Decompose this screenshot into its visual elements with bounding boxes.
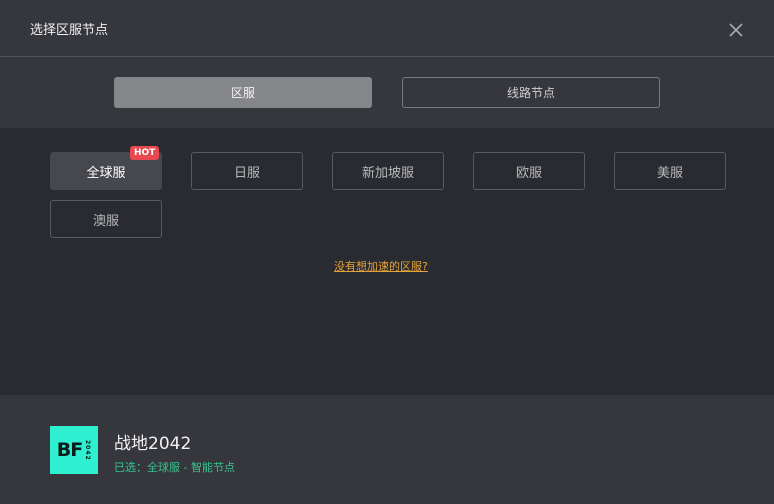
region-europe-button[interactable]: 欧服: [473, 152, 585, 190]
region-japan-button[interactable]: 日服: [191, 152, 303, 190]
tab-region[interactable]: 区服: [114, 77, 372, 108]
logo-letters: BF: [56, 439, 83, 461]
region-singapore-button[interactable]: 新加坡服: [332, 152, 444, 190]
region-list: 全球服 HOT 日服 新加坡服 欧服 美服 澳服 没有想加速的区服?: [0, 128, 774, 395]
region-label: 澳服: [92, 213, 119, 229]
game-name: 战地2042: [114, 434, 192, 454]
region-label: 新加坡服: [361, 165, 414, 181]
selection-footer: BF 2042 战地2042 已选：全球服 - 智能节点: [0, 395, 774, 504]
region-label: 全球服: [86, 165, 126, 181]
region-label: 美服: [656, 165, 683, 181]
dialog-header: 选择区服节点: [0, 0, 774, 56]
logo-year: 2042: [84, 439, 92, 461]
region-us-button[interactable]: 美服: [614, 152, 726, 190]
region-label: 日服: [233, 165, 260, 181]
tab-bar: 区服 线路节点: [0, 57, 774, 128]
dialog-title: 选择区服节点: [30, 23, 109, 38]
region-australia-button[interactable]: 澳服: [50, 200, 162, 238]
region-label: 欧服: [515, 165, 542, 181]
region-global-button[interactable]: 全球服 HOT: [50, 146, 162, 190]
tab-route-node[interactable]: 线路节点: [402, 77, 660, 108]
close-icon[interactable]: [726, 20, 746, 40]
selected-node-text: 已选：全球服 - 智能节点: [114, 461, 235, 474]
hot-badge: HOT: [130, 146, 160, 160]
missing-region-link[interactable]: 没有想加速的区服?: [334, 258, 428, 274]
region-select-dialog: 选择区服节点 区服 线路节点 全球服 HOT 日服 新加坡服 欧服 美服 澳服 …: [0, 0, 774, 504]
game-logo: BF 2042: [50, 426, 98, 474]
